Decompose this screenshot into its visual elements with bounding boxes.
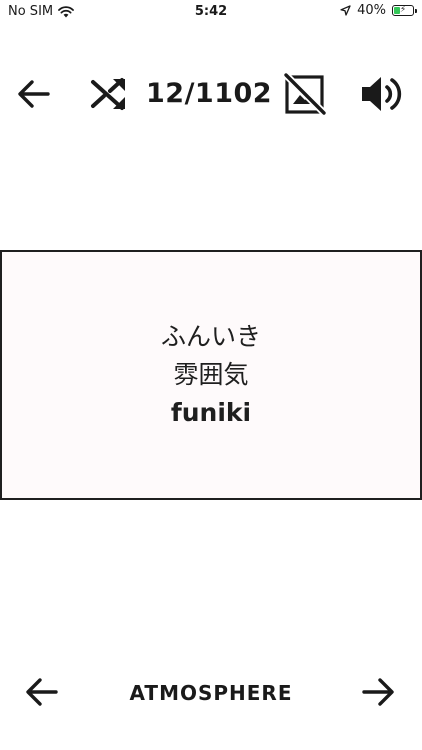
top-toolbar: 12/1102 (0, 66, 422, 122)
status-bar: No SIM 5:42 40% ⚡ (0, 0, 422, 24)
previous-arrow-icon (24, 674, 60, 714)
shuffle-button[interactable] (88, 72, 132, 116)
word-meaning: ATMOSPHERE (129, 681, 293, 705)
audio-button[interactable] (360, 72, 404, 116)
bottom-nav: ATMOSPHERE (0, 668, 422, 720)
battery-tip (415, 8, 417, 13)
battery-charging-icon: ⚡ (392, 5, 417, 16)
card-counter: 12/1102 (146, 78, 273, 109)
location-arrow-icon (340, 5, 351, 16)
previous-button[interactable] (20, 672, 64, 716)
speaker-icon (359, 73, 405, 115)
flashcard[interactable]: ふんいき 雰囲気 funiki (0, 250, 422, 500)
battery-percent: 40% (357, 3, 386, 18)
charging-bolt-icon: ⚡ (399, 5, 407, 15)
status-right: 40% ⚡ (340, 3, 417, 18)
shuffle-icon (90, 74, 130, 114)
back-arrow-icon (16, 76, 52, 112)
next-arrow-icon (360, 674, 396, 714)
image-off-icon (283, 72, 327, 116)
toggle-image-button[interactable] (283, 72, 327, 116)
card-romaji: funiki (170, 398, 252, 427)
next-button[interactable] (356, 672, 400, 716)
back-button[interactable] (12, 72, 56, 116)
card-kanji: 雰囲気 (173, 360, 249, 389)
card-kana: ふんいき (160, 322, 261, 351)
